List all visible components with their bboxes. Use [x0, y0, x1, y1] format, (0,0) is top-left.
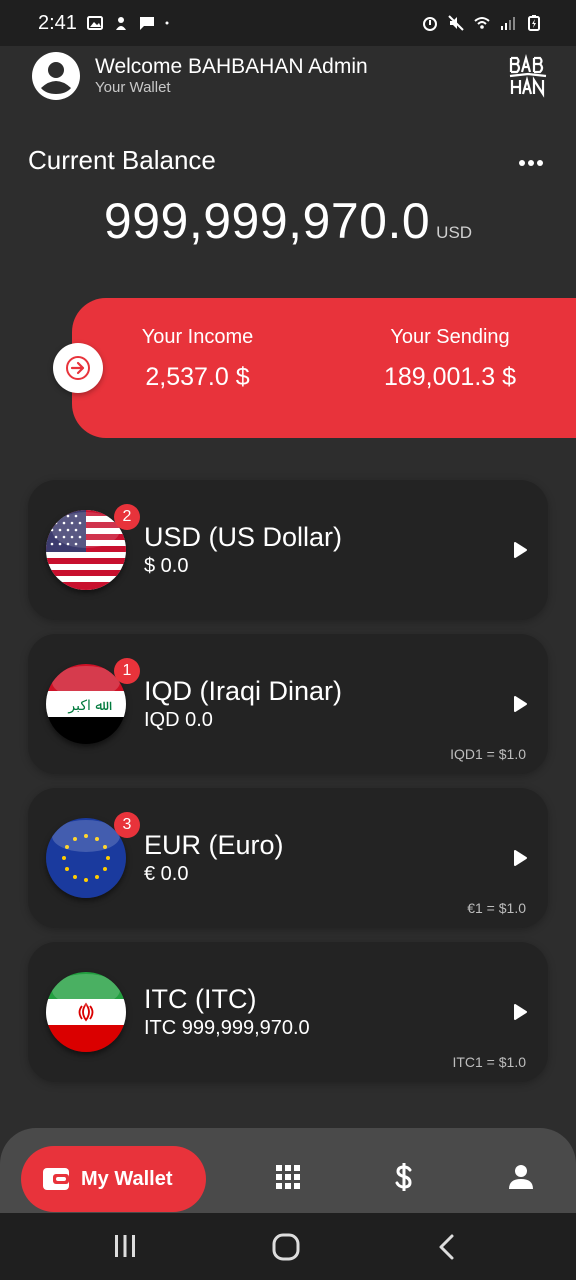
mute-icon: [448, 15, 464, 31]
notification-badge: 2: [114, 504, 140, 530]
balance-row: 999,999,970.0 USD: [0, 192, 576, 250]
app-header: Welcome BAHBAHAN Admin Your Wallet: [0, 46, 576, 106]
play-arrow-icon[interactable]: [512, 541, 528, 559]
alarm-icon: [423, 17, 437, 31]
currency-card-usd[interactable]: 2 USD (US Dollar) $ 0.0: [28, 480, 548, 620]
wallet-icon: [43, 1168, 69, 1190]
currency-name: EUR (Euro): [144, 830, 284, 860]
income-column: Your Income 2,537.0 $: [130, 326, 265, 392]
dollar-icon: [395, 1163, 412, 1191]
status-time: 2:41: [38, 11, 77, 34]
wifi-icon: [474, 17, 490, 29]
app-notification-icon: [115, 17, 126, 30]
bottom-navigation: My Wallet: [0, 1128, 576, 1214]
sending-column: Your Sending 189,001.3 $: [370, 326, 530, 392]
income-value: 2,537.0 $: [145, 363, 250, 391]
exchange-rate: ITC1 = $1.0: [452, 1054, 526, 1070]
user-avatar-icon: [34, 54, 78, 98]
currency-amount: € 0.0: [144, 863, 189, 885]
currency-card-iqd[interactable]: ﷲ ﺍﻛﺒﺮ 1 IQD (Iraqi Dinar) IQD 0.0 IQD1 …: [28, 634, 548, 774]
nav-my-wallet-label: My Wallet: [81, 1167, 173, 1190]
notification-badge: 3: [114, 812, 140, 838]
person-icon: [509, 1165, 533, 1189]
message-icon: [139, 17, 154, 30]
sending-value: 189,001.3 $: [383, 363, 517, 391]
current-balance-label: Current Balance: [28, 145, 216, 175]
currency-card-itc[interactable]: ITC (ITC) ITC 999,999,970.0 ITC1 = $1.0: [28, 942, 548, 1082]
gallery-icon: [86, 16, 103, 30]
arrow-right-icon: [66, 356, 90, 380]
nav-profile[interactable]: [506, 1162, 536, 1192]
play-arrow-icon[interactable]: [512, 849, 528, 867]
iran-flag-icon: [46, 972, 126, 1052]
currency-name: USD (US Dollar): [144, 522, 343, 552]
status-bar: 2:41: [0, 0, 576, 46]
nav-exchange[interactable]: [389, 1162, 419, 1192]
notification-badge: 1: [114, 658, 140, 684]
exchange-rate: IQD1 = $1.0: [450, 746, 526, 762]
exchange-rate: €1 = $1.0: [467, 900, 526, 916]
welcome-subtitle: Your Wallet: [95, 79, 171, 96]
income-label: Your Income: [141, 326, 254, 348]
brand-logo-icon: [509, 54, 547, 98]
system-navigation-bar: [0, 1213, 576, 1280]
balance-unit: USD: [436, 223, 473, 242]
sending-label: Your Sending: [390, 326, 510, 348]
currency-name: IQD (Iraqi Dinar): [144, 676, 343, 706]
currency-amount: $ 0.0: [144, 555, 189, 577]
welcome-block: Welcome BAHBAHAN Admin Your Wallet: [95, 55, 508, 97]
currency-amount: IQD 0.0: [144, 709, 213, 731]
battery-icon: [528, 15, 540, 31]
home-icon[interactable]: [272, 1233, 300, 1261]
play-arrow-icon[interactable]: [512, 695, 528, 713]
nav-my-wallet[interactable]: My Wallet: [21, 1146, 206, 1212]
recent-apps-icon[interactable]: [112, 1233, 138, 1259]
play-arrow-icon[interactable]: [512, 1003, 528, 1021]
currency-card-eur[interactable]: 3 EUR (Euro) € 0.0 €1 = $1.0: [28, 788, 548, 928]
welcome-title: Welcome BAHBAHAN Admin: [95, 55, 368, 78]
grid-icon: [276, 1165, 300, 1189]
transfer-arrow-button[interactable]: [53, 343, 103, 393]
nav-apps[interactable]: [273, 1162, 303, 1192]
back-icon[interactable]: [436, 1233, 458, 1261]
dot-icon: [165, 21, 169, 25]
more-options-icon[interactable]: [518, 150, 544, 176]
currency-name: ITC (ITC): [144, 984, 257, 1014]
balance-value: 999,999,970.0: [103, 193, 431, 249]
avatar[interactable]: [32, 52, 80, 100]
currency-amount: ITC 999,999,970.0: [144, 1017, 310, 1039]
signal-icon: [501, 17, 515, 30]
